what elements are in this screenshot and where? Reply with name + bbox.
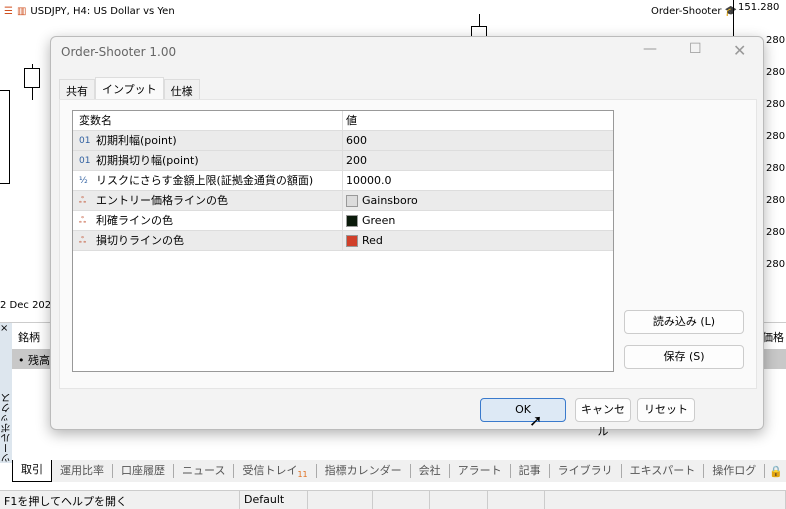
price-label: 280 <box>766 67 786 78</box>
table-header: 変数名 値 <box>73 111 613 131</box>
dialog-title: Order-Shooter 1.00 <box>61 45 177 59</box>
integer-icon: 01 <box>79 155 91 166</box>
price-label: 280 <box>766 163 786 174</box>
lock-icon[interactable]: 🔒 <box>769 465 783 478</box>
save-button[interactable]: 保存 (S) <box>624 345 744 369</box>
row-name: 損切りラインの色 <box>96 233 184 247</box>
tab-history[interactable]: 口座履歴 <box>113 464 174 478</box>
inputs-table: 変数名 値 01 初期利幅(point) 600 01 初期損切り幅(point) 20… <box>72 110 614 372</box>
tab-journal[interactable]: 操作ログ <box>704 464 766 478</box>
chart-icon: ▥ <box>16 6 27 17</box>
ok-button[interactable]: OK <box>480 398 566 422</box>
tab-articles[interactable]: 記事 <box>511 464 550 478</box>
candle <box>0 90 10 184</box>
maximize-button[interactable]: ☐ <box>689 41 702 57</box>
graduation-cap-icon: 🎓 <box>724 6 738 17</box>
row-name: 初期利幅(point) <box>96 133 177 147</box>
status-bar: F1を押してヘルプを開く Default <box>0 490 786 509</box>
menu-icon[interactable]: ☰ <box>4 6 13 17</box>
row-value[interactable]: Red <box>343 231 383 250</box>
tab-experts[interactable]: エキスパート <box>622 464 705 478</box>
row-name: エントリー価格ラインの色 <box>96 193 228 207</box>
column-symbol[interactable]: 銘柄 <box>18 329 40 345</box>
row-name: リスクにさらす金額上限(証拠金通貨の額面) <box>96 173 314 187</box>
price-label: 280 <box>766 259 786 270</box>
candle-wick <box>479 14 480 26</box>
minimize-button[interactable]: — <box>643 41 657 57</box>
integer-icon: 01 <box>79 135 91 146</box>
row-value[interactable]: 200 <box>343 151 367 170</box>
double-icon: ½ <box>79 175 88 186</box>
color-icon: ஃ <box>79 195 87 206</box>
column-variable[interactable]: 変数名 <box>73 111 343 130</box>
price-label: 151.280 <box>738 2 780 13</box>
color-swatch <box>346 194 358 207</box>
color-swatch <box>346 234 358 247</box>
table-row[interactable]: 01 初期損切り幅(point) 200 <box>73 151 613 171</box>
column-value[interactable]: 値 <box>343 111 357 130</box>
price-label: 280 <box>766 227 786 238</box>
row-value[interactable]: Gainsboro <box>343 191 418 210</box>
chart-title: ☰ ▥ USDJPY, H4: US Dollar vs Yen <box>4 6 175 17</box>
mouse-cursor-icon: ➚ <box>529 411 543 430</box>
table-row[interactable]: ½ リスクにさらす金額上限(証拠金通貨の額面) 10000.0 <box>73 171 613 191</box>
toolbox-side-label[interactable]: ツールボックス <box>0 323 13 463</box>
mail-badge: 11 <box>297 470 308 480</box>
color-icon: ஃ <box>79 215 87 226</box>
inputs-panel: 変数名 値 01 初期利幅(point) 600 01 初期損切り幅(point) 20… <box>59 99 757 389</box>
tab-exposure[interactable]: 運用比率 <box>52 464 113 478</box>
row-name: 利確ラインの色 <box>96 213 173 227</box>
close-button[interactable]: ✕ <box>733 41 746 60</box>
status-help: F1を押してヘルプを開く <box>0 491 240 509</box>
row-value[interactable]: 600 <box>343 131 367 150</box>
price-label: 280 <box>766 195 786 206</box>
row-value[interactable]: 10000.0 <box>343 171 392 190</box>
tab-mailbox[interactable]: 受信トレイ11 <box>234 464 317 480</box>
table-row[interactable]: 01 初期利幅(point) 600 <box>73 131 613 151</box>
tab-trade[interactable]: 取引 <box>12 460 52 482</box>
reset-button[interactable]: リセット <box>637 398 695 422</box>
load-button[interactable]: 読み込み (L) <box>624 310 744 334</box>
close-icon[interactable]: × <box>0 323 8 334</box>
tab-company[interactable]: 会社 <box>411 464 450 478</box>
tab-alerts[interactable]: アラート <box>450 464 511 478</box>
table-row[interactable]: ஃ エントリー価格ラインの色 Gainsboro <box>73 191 613 211</box>
status-profile[interactable]: Default <box>240 491 308 509</box>
properties-dialog: Order-Shooter 1.00 — ☐ ✕ 共有 インプット 仕様 変数名… <box>50 36 764 438</box>
cancel-button[interactable]: キャンセル <box>575 398 631 438</box>
column-price[interactable]: 価格 <box>762 329 784 345</box>
tab-news[interactable]: ニュース <box>174 464 235 478</box>
candle <box>24 68 40 88</box>
terminal-tabs: 取引 運用比率 口座履歴 ニュース 受信トレイ11 指標カレンダー 会社 アラー… <box>12 460 786 482</box>
ea-label[interactable]: Order-Shooter 🎓 <box>651 6 737 17</box>
symbol-title: USDJPY, H4: US Dollar vs Yen <box>30 6 175 17</box>
row-name: 初期損切り幅(point) <box>96 153 199 167</box>
color-icon: ஃ <box>79 235 87 246</box>
date-label: 2 Dec 2024 <box>0 300 58 311</box>
table-row[interactable]: ஃ 損切りラインの色 Red <box>73 231 613 251</box>
tab-calendar[interactable]: 指標カレンダー <box>317 464 411 478</box>
tab-library[interactable]: ライブラリ <box>550 464 622 478</box>
price-label: 280 <box>766 35 786 46</box>
table-row[interactable]: ஃ 利確ラインの色 Green <box>73 211 613 231</box>
color-swatch <box>346 214 358 227</box>
price-label: 280 <box>766 99 786 110</box>
price-label: 280 <box>766 131 786 142</box>
row-value[interactable]: Green <box>343 211 395 230</box>
